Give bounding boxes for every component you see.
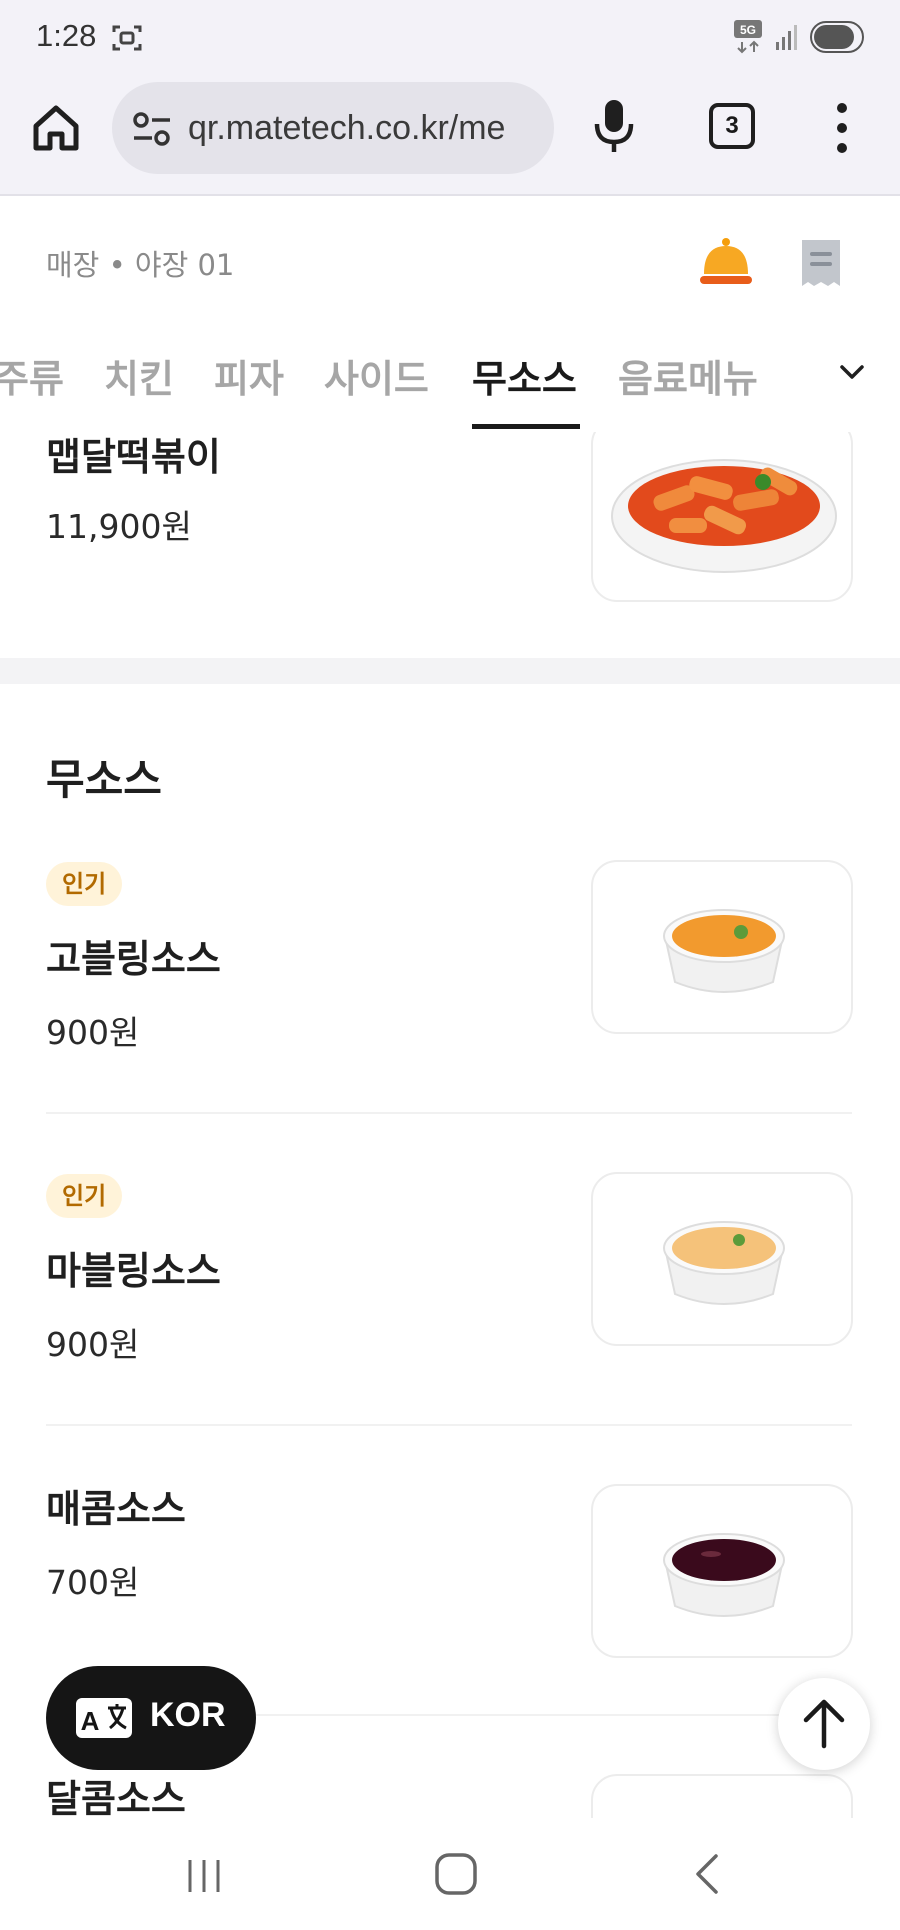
item-price: 900원 [46, 1325, 140, 1364]
home-icon[interactable] [30, 102, 82, 154]
network-5g-icon: 5G [734, 20, 762, 54]
battery-icon [810, 21, 864, 53]
tab-side[interactable]: 사이드 [324, 348, 429, 403]
item-name: 맵달떡볶이 [46, 435, 221, 479]
item-image [591, 860, 853, 1034]
orange-sauce-image [663, 909, 785, 993]
item-divider [46, 1112, 852, 1114]
cream-sauce-image [663, 1221, 785, 1305]
active-tab-indicator [472, 424, 580, 429]
item-name: 달콤소스 [46, 1777, 186, 1818]
url-text[interactable]: qr.matetech.co.kr/me [188, 109, 548, 148]
scroll-to-top-button[interactable] [778, 1678, 870, 1770]
tab-drinks[interactable]: 음료메뉴 [618, 348, 758, 403]
status-time: 1:28 [36, 18, 97, 53]
svg-text:A: A [81, 1706, 100, 1736]
item-price: 11,900원 [46, 507, 192, 546]
status-icons: 5G [734, 20, 866, 54]
tab-switcher-button[interactable]: 3 [709, 103, 755, 149]
service-bell-icon[interactable] [698, 236, 754, 288]
item-image [591, 1774, 853, 1818]
item-name: 고블링소스 [46, 937, 221, 981]
browser-toolbar: qr.matetech.co.kr/me 3 [0, 76, 900, 196]
tab-sauce[interactable]: 무소스 [472, 348, 577, 403]
item-price: 900원 [46, 1013, 140, 1052]
language-label: KOR [150, 1696, 226, 1734]
sauce-image [593, 1776, 853, 1818]
screen-capture-icon [112, 25, 142, 51]
arrow-up-icon [803, 1699, 845, 1749]
item-image [591, 1172, 853, 1346]
item-image [591, 1484, 853, 1658]
popular-badge: 인기 [46, 1174, 123, 1218]
language-button[interactable]: A KOR [46, 1666, 256, 1770]
more-vert-icon[interactable] [830, 100, 854, 156]
network-label: 5G [740, 23, 756, 37]
system-nav-bar [0, 1818, 900, 1930]
item-name: 마블링소스 [46, 1249, 221, 1293]
section-divider [0, 658, 900, 684]
popular-badge: 인기 [46, 862, 123, 906]
menu-list: 맵달떡볶이 11,900원 무소스 인기 고블링소스 900원 인기 마블링소스… [0, 432, 900, 1818]
item-divider [46, 1424, 852, 1426]
address-bar[interactable]: qr.matetech.co.kr/me [112, 82, 554, 174]
item-name: 매콤소스 [46, 1487, 186, 1531]
tab-pizza[interactable]: 피자 [214, 348, 284, 403]
dark-red-sauce-image [663, 1533, 785, 1617]
tab-chicken[interactable]: 치킨 [104, 348, 174, 403]
tune-icon[interactable] [132, 112, 172, 146]
section-title: 무소스 [46, 755, 162, 804]
item-price: 700원 [46, 1563, 140, 1602]
nav-home-icon[interactable] [434, 1852, 478, 1896]
back-icon[interactable] [692, 1852, 722, 1896]
receipt-icon[interactable] [798, 238, 844, 290]
mic-icon[interactable] [592, 98, 636, 154]
store-table-label: 매장 • 야장 01 [46, 248, 235, 282]
tab-alcohol[interactable]: 주류 [0, 348, 64, 403]
category-tabs: 주류 치킨 피자 사이드 무소스 음료메뉴 [0, 328, 900, 432]
chevron-down-icon[interactable] [836, 356, 868, 388]
translate-icon: A [76, 1698, 132, 1738]
store-header: 매장 • 야장 01 [0, 196, 900, 328]
item-image [591, 432, 853, 602]
tteokbokki-image [611, 459, 837, 573]
signal-icon [776, 25, 797, 50]
status-bar: 1:28 5G [0, 0, 900, 76]
recent-apps-icon[interactable] [184, 1858, 224, 1894]
